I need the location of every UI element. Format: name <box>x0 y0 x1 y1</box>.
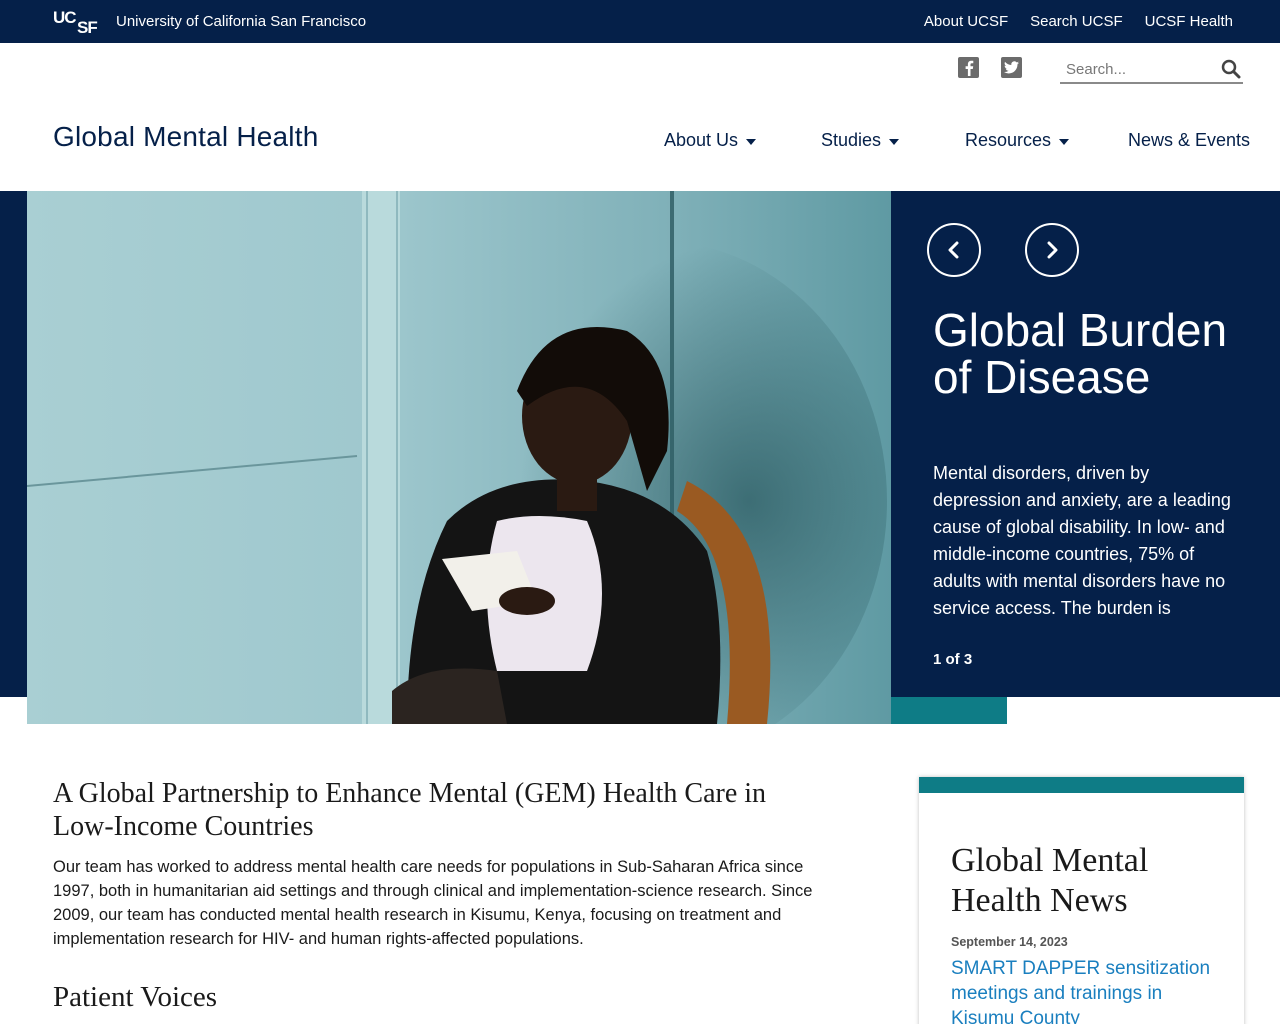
site-search <box>1060 56 1243 84</box>
nav-about-us[interactable]: About Us <box>664 130 757 151</box>
slide-description: Mental disorders, driven by depression a… <box>933 463 1231 626</box>
social-links <box>958 57 1022 78</box>
news-card: Global Mental Health News September 14, … <box>919 777 1244 1024</box>
caret-down-icon <box>746 138 757 145</box>
caret-down-icon <box>1059 138 1070 145</box>
intro-heading: A Global Partnership to Enhance Mental (… <box>53 778 767 842</box>
caret-down-icon <box>889 138 900 145</box>
nav-resources[interactable]: Resources <box>965 130 1070 151</box>
svg-text:UC: UC <box>53 8 76 27</box>
previous-slide-button[interactable] <box>927 223 981 277</box>
top-links: About UCSF Search UCSF UCSF Health <box>924 13 1233 30</box>
chevron-left-icon <box>948 241 959 259</box>
svg-text:SF: SF <box>77 18 97 35</box>
top-utility-bar: UC SF University of California San Franc… <box>0 0 1280 43</box>
news-heading: Global Mental Health News <box>951 842 1149 919</box>
nav-label: Studies <box>821 130 882 150</box>
nav-studies[interactable]: Studies <box>821 130 900 151</box>
search-input[interactable] <box>1060 56 1210 82</box>
nav-news-events[interactable]: News & Events <box>1128 130 1250 151</box>
chevron-right-icon <box>1047 241 1058 259</box>
twitter-icon[interactable] <box>1001 57 1022 78</box>
next-slide-button[interactable] <box>1025 223 1079 277</box>
hero-slide-panel: Global Burden of Disease Mental disorder… <box>891 191 1280 697</box>
news-item-link[interactable]: SMART DAPPER sensitization meetings and … <box>951 956 1211 1024</box>
ucsf-health-link[interactable]: UCSF Health <box>1145 13 1233 30</box>
hero-image <box>27 191 891 724</box>
patient-voices-heading: Patient Voices <box>53 981 218 1013</box>
search-ucsf-link[interactable]: Search UCSF <box>1030 13 1123 30</box>
university-name[interactable]: University of California San Francisco <box>116 13 366 30</box>
hero-accent-strip <box>891 697 1007 724</box>
intro-paragraph: Our team has worked to address mental he… <box>53 858 813 948</box>
slide-title: Global Burden of Disease <box>933 304 1228 403</box>
about-ucsf-link[interactable]: About UCSF <box>924 13 1008 30</box>
facebook-icon[interactable] <box>958 57 979 78</box>
slide-counter: 1 of 3 <box>933 651 973 668</box>
search-icon[interactable] <box>1221 59 1241 79</box>
news-date: September 14, 2023 <box>951 935 1068 949</box>
nav-label: News & Events <box>1128 130 1251 150</box>
nav-label: About Us <box>664 130 739 150</box>
site-title[interactable]: Global Mental Health <box>53 121 318 153</box>
nav-label: Resources <box>965 130 1052 150</box>
ucsf-logo[interactable]: UC SF <box>53 7 105 35</box>
